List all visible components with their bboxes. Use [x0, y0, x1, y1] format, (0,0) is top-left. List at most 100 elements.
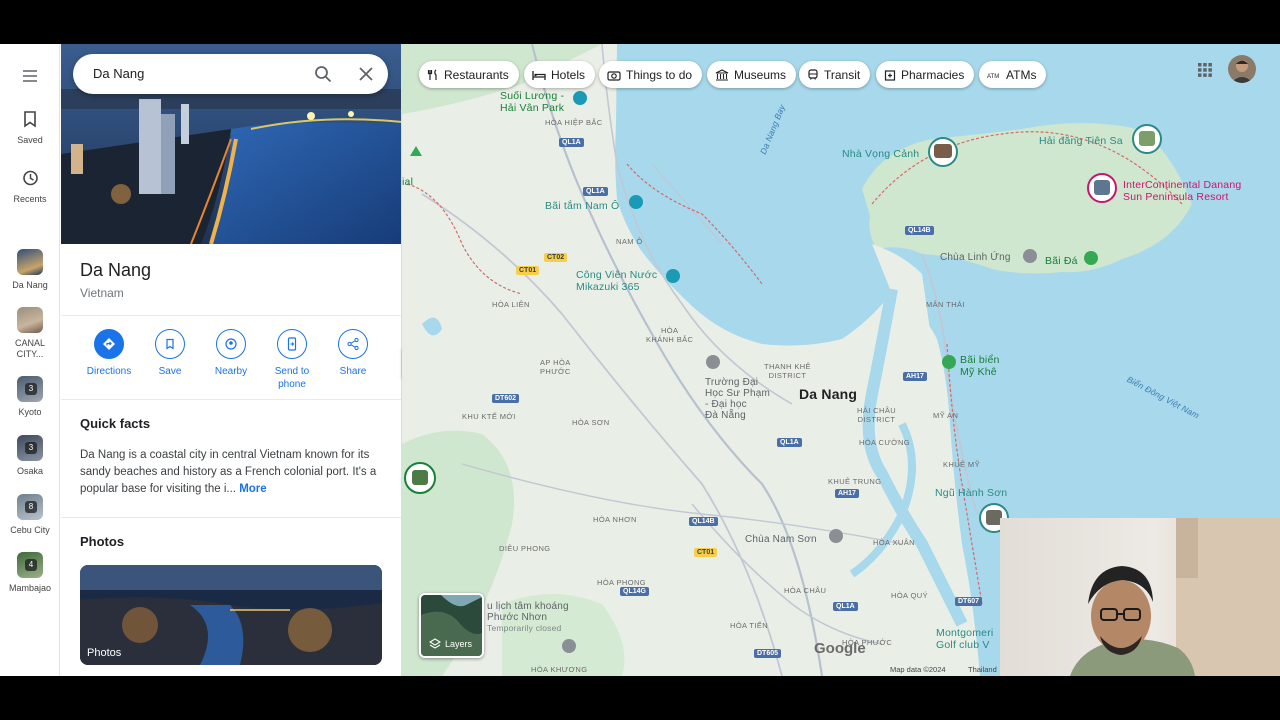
- recent-label: Da Nang: [12, 280, 48, 290]
- label-suoi-luong[interactable]: Suối Lương - Hải Vân Park: [500, 90, 564, 114]
- chip-label: Hotels: [551, 67, 586, 82]
- osaka-thumbnail: 3: [17, 435, 43, 461]
- label-cong-vien[interactable]: Công Viên Nước Mikazuki 365: [576, 269, 657, 293]
- label-nha-vong-canh[interactable]: Nhà Vọng Cảnh: [842, 148, 919, 160]
- district-label: THANH KHÊ DISTRICT: [764, 362, 811, 380]
- recent-item-kyoto[interactable]: 3 Kyoto: [0, 376, 60, 417]
- directions-label: Directions: [86, 366, 132, 377]
- recent-label: CANAL CITY...: [14, 338, 45, 359]
- road-shield: AH17: [835, 489, 859, 498]
- count-badge: 3: [25, 442, 37, 454]
- save-button[interactable]: Save: [142, 329, 198, 378]
- label-khu-du-lich[interactable]: u lịch tâm khoáng Phước Nhơn Temporarily c…: [487, 601, 569, 634]
- share-button[interactable]: Share: [325, 329, 381, 378]
- district-label: MỸ AN: [933, 411, 959, 420]
- road-shield: DT607: [955, 597, 983, 606]
- road-shield: QL14G: [620, 587, 649, 596]
- chip-restaurants[interactable]: Restaurants: [419, 61, 519, 88]
- close-icon[interactable]: [356, 64, 376, 84]
- label-bai-tam[interactable]: Bãi tắm Nam Ô: [545, 200, 619, 212]
- photos-card[interactable]: Photos: [80, 565, 382, 665]
- menu-icon: [23, 70, 37, 82]
- district-label: HÒA KHƯƠNG: [531, 665, 588, 674]
- count-badge: 8: [25, 501, 37, 513]
- camera-icon: [607, 70, 621, 81]
- district-label: HÒA LIÊN: [492, 300, 530, 309]
- divider: [61, 399, 401, 400]
- label-hai-dang[interactable]: Hải đăng Tiên Sa: [1039, 135, 1123, 147]
- share-icon: [347, 337, 359, 351]
- road-shield: DT602: [492, 394, 520, 403]
- label-chua-nam-son[interactable]: Chùa Nam Sơn: [745, 534, 817, 545]
- nearby-label: Nearby: [214, 366, 248, 377]
- recent-label: Osaka: [16, 466, 43, 476]
- recent-item-mambajao[interactable]: 4 Mambajao: [0, 552, 60, 593]
- more-link[interactable]: More: [239, 483, 266, 495]
- directions-icon: [103, 338, 115, 350]
- chip-label: Transit: [824, 67, 861, 82]
- recent-item-canal-city[interactable]: CANAL CITY...: [0, 307, 60, 360]
- search-input[interactable]: Da Nang: [93, 66, 144, 81]
- saved-button[interactable]: Saved: [0, 109, 60, 145]
- road-shield: CT02: [544, 253, 568, 262]
- chip-atms[interactable]: ATM ATMs: [979, 61, 1047, 88]
- apps-grid-icon[interactable]: [1197, 62, 1213, 78]
- district-label: HÒA SƠN: [572, 418, 610, 427]
- recents-label: Recents: [13, 194, 47, 204]
- chip-things-to-do[interactable]: Things to do: [599, 61, 703, 88]
- recent-item-cebu-city[interactable]: 8 Cebu City: [0, 494, 60, 535]
- chip-museums[interactable]: Museums: [707, 61, 797, 88]
- road-shield: QL1A: [777, 438, 802, 447]
- road-shield: QL1A: [833, 602, 858, 611]
- map-region[interactable]: Thailand: [968, 665, 997, 674]
- district-label: NAM Ô: [616, 237, 643, 246]
- left-rail: Saved Recents Da Nang CANAL CITY... 3 Ky…: [0, 44, 60, 676]
- chip-label: Museums: [734, 67, 787, 82]
- layers-icon: [429, 638, 441, 649]
- phone-icon: [287, 337, 297, 351]
- save-label: Save: [158, 366, 182, 377]
- recent-item-da-nang[interactable]: Da Nang: [0, 249, 60, 290]
- chip-hotels[interactable]: Hotels: [524, 61, 596, 88]
- label-montgomerie[interactable]: Montgomeri Golf club V: [936, 627, 993, 651]
- layers-button[interactable]: Layers: [419, 593, 484, 658]
- label-bai-bien[interactable]: Bãi biển Mỹ Khê: [960, 354, 1000, 378]
- count-badge: 3: [25, 383, 37, 395]
- restaurant-icon: [427, 69, 437, 80]
- menu-button[interactable]: [0, 66, 60, 92]
- district-label: KHUÊ MỸ: [943, 460, 980, 469]
- svg-text:ATM: ATM: [987, 74, 999, 80]
- search-icon[interactable]: [313, 64, 333, 84]
- district-label: HÒA NHƠN: [593, 515, 637, 524]
- send-to-phone-button[interactable]: Send to phone: [264, 329, 320, 391]
- chip-label: Restaurants: [444, 67, 509, 82]
- road-shield: QL1A: [583, 187, 608, 196]
- recents-button[interactable]: Recents: [0, 168, 60, 204]
- search-box[interactable]: Da Nang: [73, 54, 388, 94]
- saved-label: Saved: [17, 135, 43, 145]
- pin-intercontinental: [1087, 173, 1117, 203]
- label-bai-da[interactable]: Bãi Đá: [1045, 255, 1078, 267]
- recent-item-osaka[interactable]: 3 Osaka: [0, 435, 60, 476]
- account-avatar[interactable]: [1228, 55, 1256, 83]
- google-logo: Google: [814, 640, 866, 657]
- district-label: AP HÒA PHƯỚC: [540, 358, 571, 376]
- directions-button[interactable]: Directions: [81, 329, 137, 378]
- label-truong-dai-hoc[interactable]: Trường Đại Học Sư Phạm - Đại học Đà Nẵng: [705, 377, 770, 421]
- chip-pharmacies[interactable]: Pharmacies: [876, 61, 975, 88]
- map-attribution[interactable]: Map data ©2024: [890, 665, 946, 674]
- district-label: KHU KTẾ MỚI: [462, 412, 516, 421]
- label-ngu-hanh-son[interactable]: Ngũ Hành Sơn: [935, 487, 1007, 499]
- label-chua-linh-ung[interactable]: Chùa Linh Ứng: [940, 252, 1011, 263]
- district-label: DIÊU PHONG: [499, 544, 551, 553]
- action-bar: Directions Save Nearby Send to phone Sha…: [79, 329, 389, 399]
- road-shield: AH17: [903, 372, 927, 381]
- chip-transit[interactable]: Transit: [799, 61, 871, 88]
- label-intercontinental[interactable]: InterContinental Danang Sun Peninsula Res…: [1123, 179, 1241, 203]
- district-label: MÂN THÁI: [926, 300, 965, 309]
- city-label-da-nang[interactable]: Da Nang: [799, 386, 857, 402]
- history-icon: [23, 170, 38, 186]
- kyoto-thumbnail: 3: [17, 376, 43, 402]
- nearby-button[interactable]: Nearby: [203, 329, 259, 378]
- district-label: HÒA PHONG: [597, 578, 647, 587]
